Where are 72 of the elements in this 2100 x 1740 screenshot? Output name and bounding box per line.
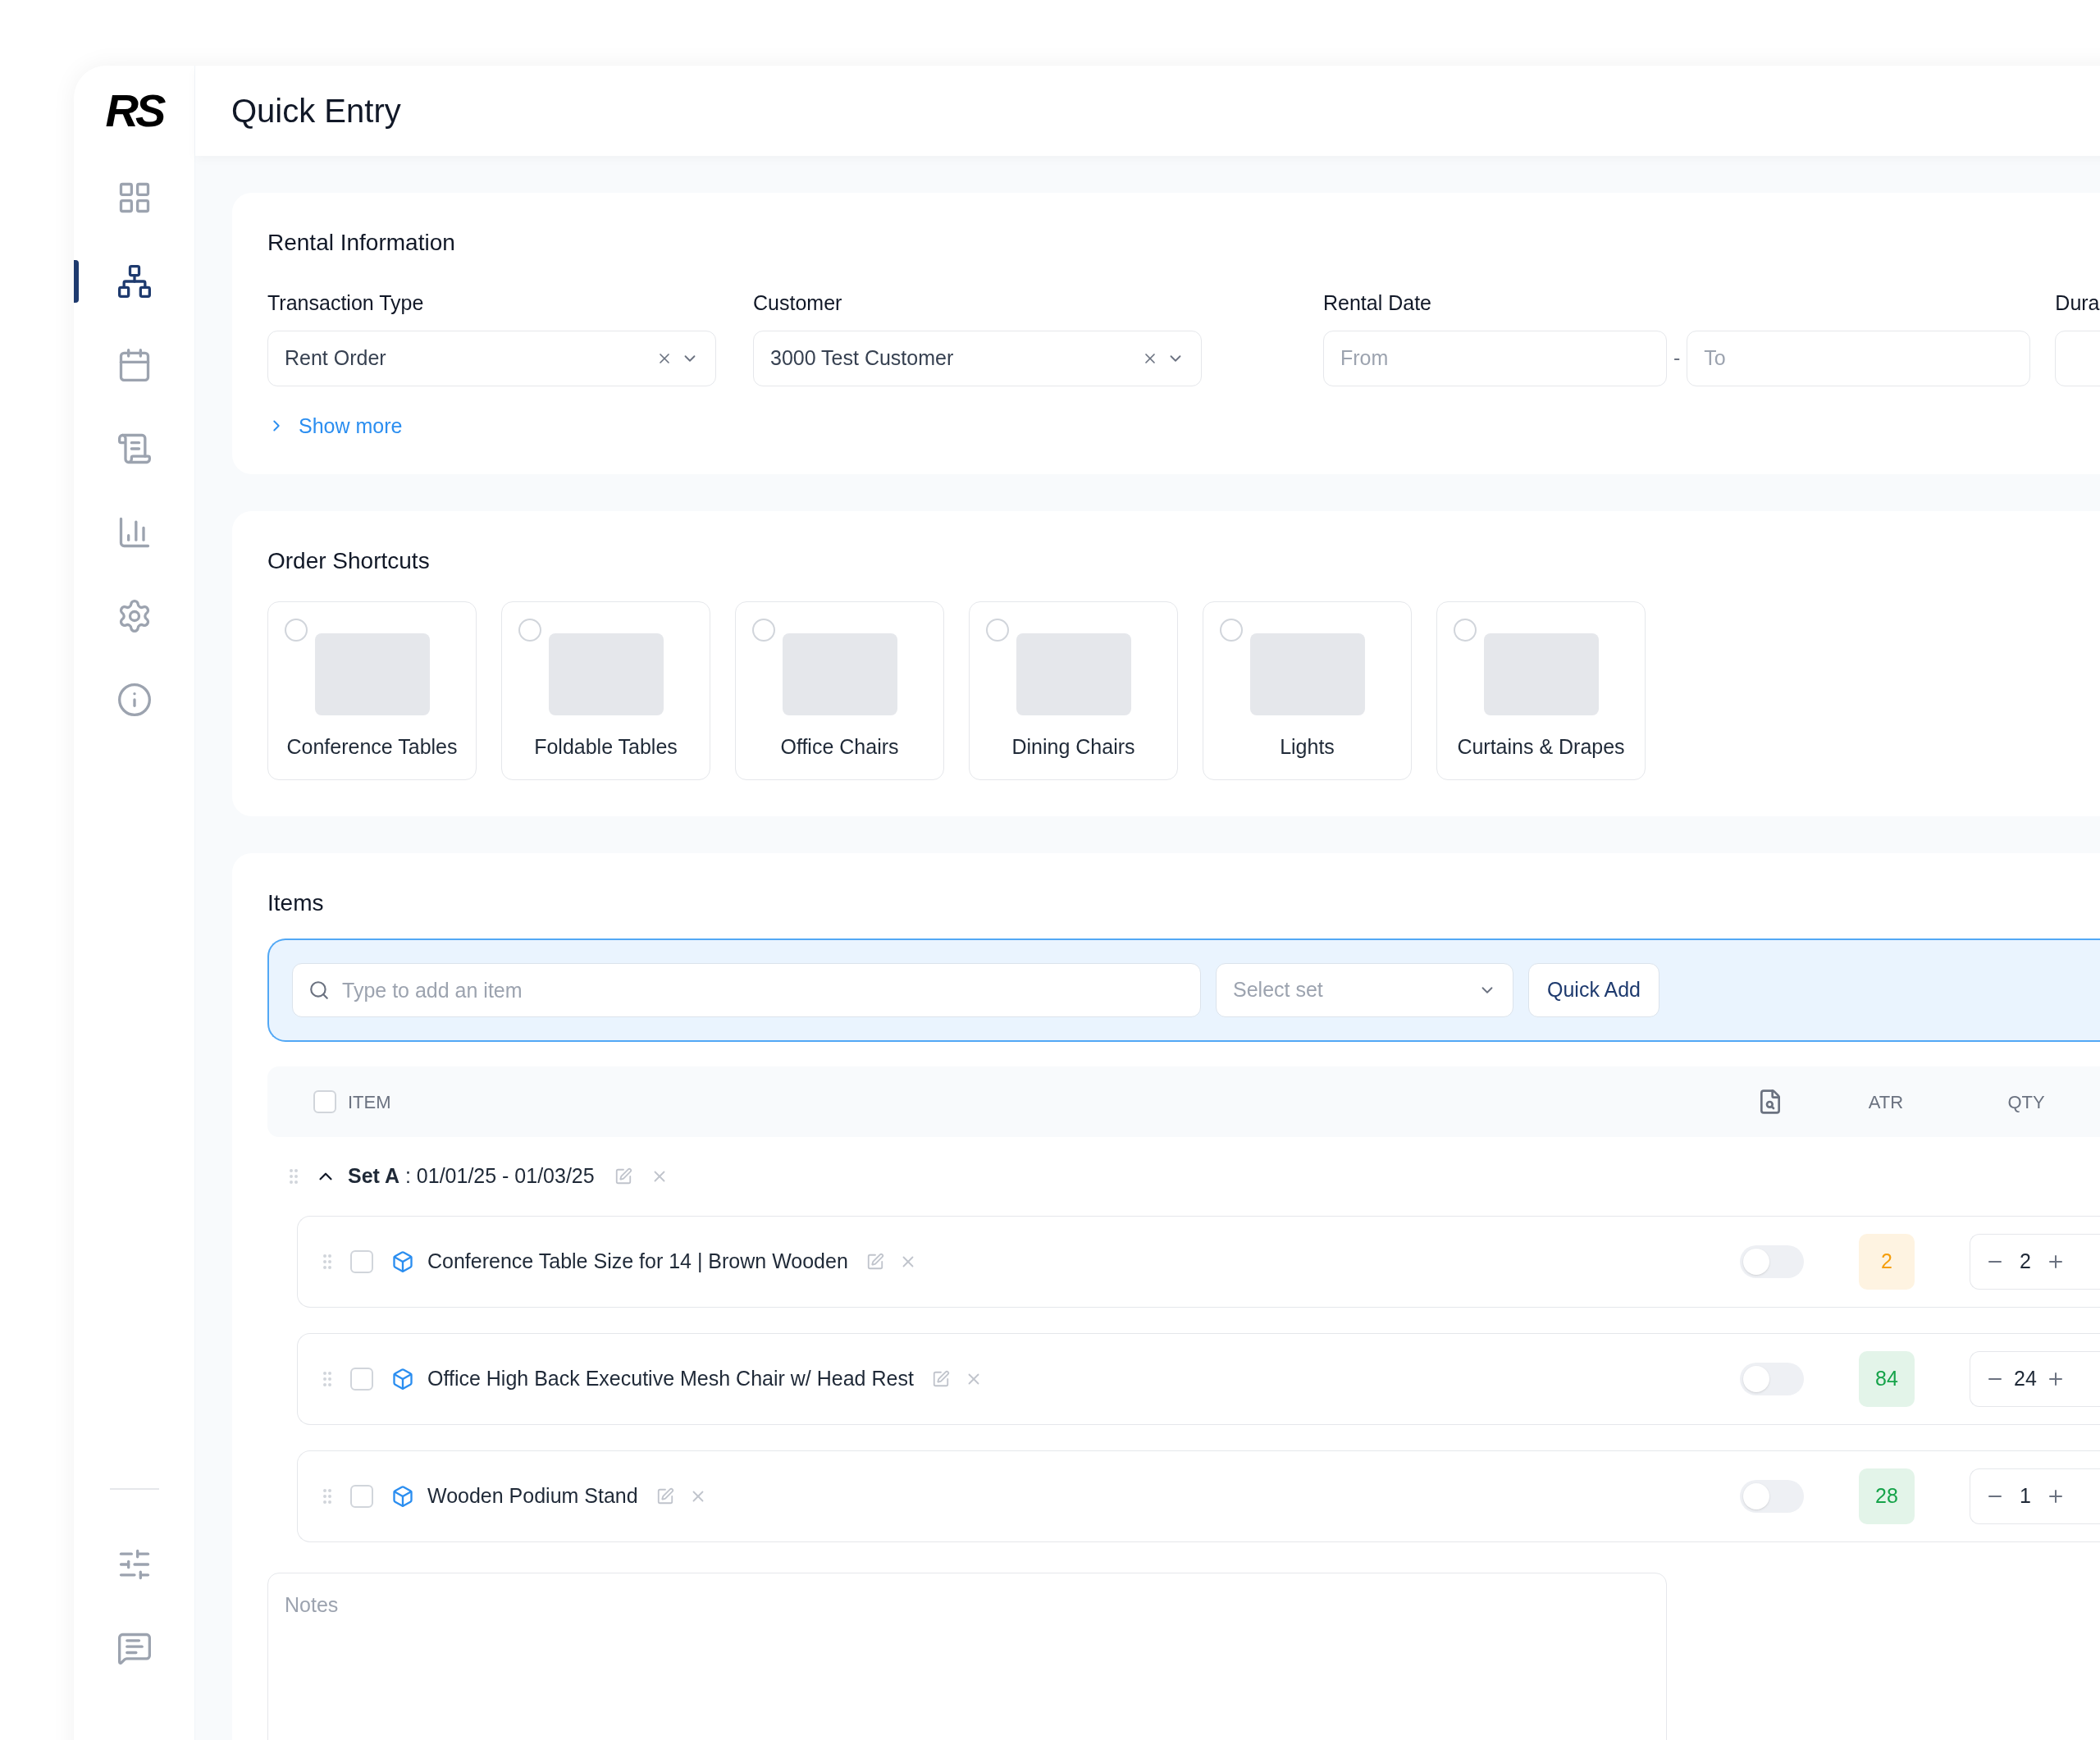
quantity-stepper[interactable]: 24 — [1970, 1351, 2100, 1407]
nav-icon — [116, 263, 153, 299]
shortcut-label: Office Chairs — [780, 734, 899, 760]
radio-button[interactable] — [285, 619, 308, 642]
date-separator: - — [1673, 345, 1681, 371]
shortcut-label: Foldable Tables — [534, 734, 678, 760]
radio-button[interactable] — [986, 619, 1009, 642]
radio-button[interactable] — [1454, 619, 1477, 642]
nav-icon — [116, 682, 153, 718]
column-header: QTY — [2006, 1090, 2046, 1114]
search-icon — [308, 980, 330, 1001]
shortcut-tile[interactable]: Office Chairs — [735, 601, 944, 780]
radio-button[interactable] — [518, 619, 541, 642]
set-title: Set A : 01/01/25 - 01/03/25 — [348, 1163, 595, 1190]
radio-button[interactable] — [1220, 619, 1243, 642]
active-indicator — [74, 260, 79, 303]
shortcut-tile[interactable]: Curtains & Drapes — [1436, 601, 1646, 780]
quick-add-button[interactable]: Quick Add — [1528, 963, 1659, 1017]
field-label: Rental Date — [1323, 290, 1433, 316]
shortcut-tile[interactable]: Lights — [1203, 601, 1412, 780]
shortcut-label: Curtains & Drapes — [1457, 734, 1625, 760]
search-field[interactable]: Type to add an item — [292, 963, 1201, 1017]
quantity-value: 2 — [2019, 1249, 2032, 1275]
item-name: Office High Back Executive Mesh Chair w/ Head Rest — [427, 1366, 914, 1392]
shortcut-label: Dining Chairs — [1011, 734, 1135, 760]
to-date-field[interactable]: To — [1687, 330, 2031, 386]
atr-badge: 28 — [1859, 1468, 1915, 1524]
from-date-field[interactable]: From — [1323, 330, 1667, 386]
box-icon — [391, 1485, 414, 1508]
edit-icon — [614, 1167, 632, 1185]
item-name: Wooden Podium Stand — [427, 1483, 638, 1509]
box-icon — [391, 1250, 414, 1273]
edit-icon — [655, 1487, 674, 1505]
logo: RS — [105, 84, 163, 138]
section-title: Items — [267, 889, 325, 917]
row-checkbox[interactable] — [350, 1250, 373, 1273]
quantity-stepper[interactable]: 2 — [1970, 1234, 2100, 1290]
item-name: Conference Table Size for 14 | Brown Wooden — [427, 1249, 848, 1275]
select-value: Rent Order — [285, 345, 387, 371]
field-label: Transaction Type — [267, 290, 425, 316]
atr-badge: 84 — [1859, 1351, 1915, 1407]
quantity-value: 24 — [2013, 1366, 2038, 1392]
shortcut-tile[interactable]: Foldable Tables — [501, 601, 710, 780]
column-header: ATR — [1867, 1090, 1905, 1114]
select-value: 3000 Test Customer — [770, 345, 955, 371]
shortcut-tile[interactable]: Dining Chairs — [969, 601, 1178, 780]
notes-field[interactable]: Notes — [267, 1573, 1667, 1740]
radio-button[interactable] — [752, 619, 775, 642]
select-field[interactable]: Rent Order — [267, 330, 716, 386]
section-title: Order Shortcuts — [267, 547, 431, 575]
select-field[interactable]: 3000 Test Customer — [753, 330, 1202, 386]
row-checkbox[interactable] — [350, 1368, 373, 1391]
field-label: Customer — [753, 290, 843, 316]
shortcut-label: Conference Tables — [286, 734, 458, 760]
column-header: ITEM — [348, 1091, 391, 1112]
shortcut-tile[interactable]: Conference Tables — [267, 601, 477, 780]
row-checkbox[interactable] — [350, 1485, 373, 1508]
page-title: Quick Entry — [231, 92, 401, 130]
edit-icon — [931, 1370, 950, 1388]
toggle-switch[interactable] — [1740, 1480, 1804, 1513]
select-placeholder: Select set — [1233, 977, 1324, 1003]
toggle-switch[interactable] — [1740, 1363, 1804, 1395]
section-title: Rental Information — [267, 229, 456, 257]
edit-icon — [865, 1253, 884, 1271]
quantity-value: 1 — [2019, 1483, 2032, 1509]
quantity-stepper[interactable]: 1 — [1970, 1468, 2100, 1524]
box-icon — [391, 1368, 414, 1391]
select-all-checkbox[interactable] — [313, 1090, 336, 1113]
shortcut-label: Lights — [1280, 734, 1335, 760]
toggle-switch[interactable] — [1740, 1245, 1804, 1278]
atr-badge: 2 — [1859, 1234, 1915, 1290]
field-label: Dura — [2055, 290, 2100, 316]
